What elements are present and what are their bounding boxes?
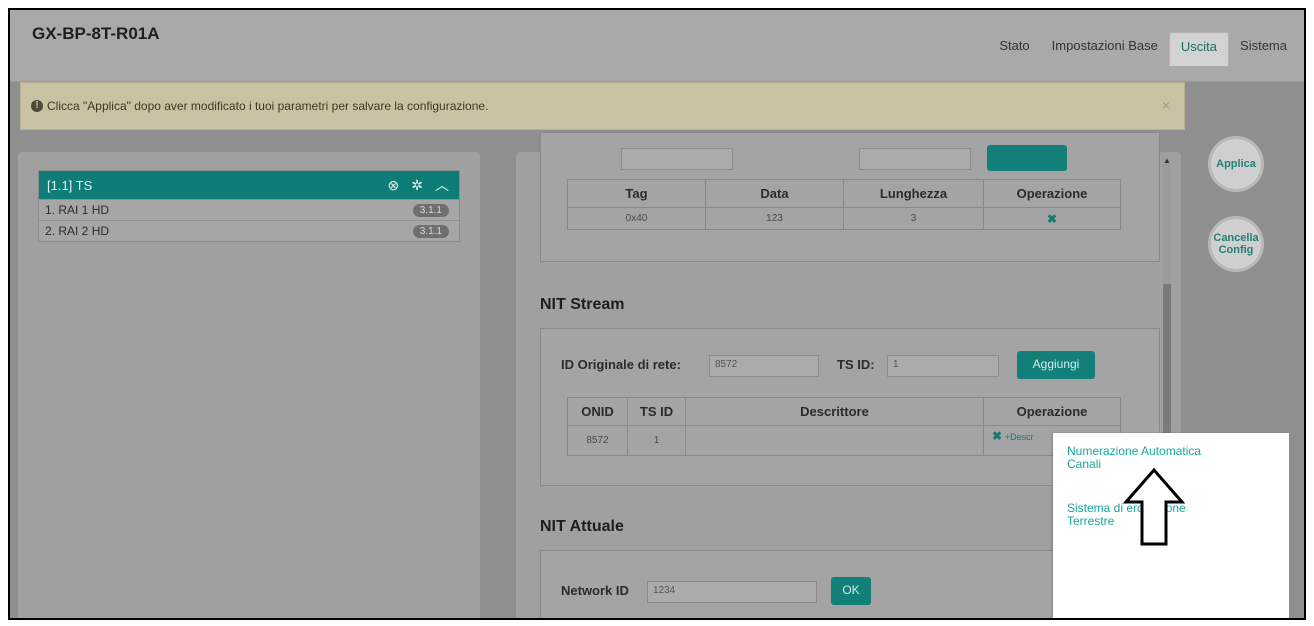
header-bar: GX-BP-8T-R01A Stato Impostazioni Base Us…	[10, 10, 1304, 82]
column-header: Lunghezza	[843, 179, 984, 208]
tab-uscita[interactable]: Uscita	[1168, 32, 1230, 66]
cancel-label-line1: Cancella	[1213, 232, 1259, 244]
service-label: 2. RAI 2 HD	[45, 224, 110, 238]
ts-header[interactable]: [1.1] TS ⊗ ✲ ︿	[39, 171, 459, 199]
ok-button[interactable]: OK	[831, 577, 871, 605]
apply-label: Applica	[1216, 158, 1256, 170]
ts-header-icons: ⊗ ✲ ︿	[388, 175, 449, 195]
cancel-config-button[interactable]: Cancella Config	[1208, 216, 1264, 272]
ts-panel: [1.1] TS ⊗ ✲ ︿ 1. RAI 1 HD 3.1.1 2. RAI …	[18, 152, 480, 618]
nit-attuale-title: NIT Attuale	[540, 518, 624, 535]
nit-stream-title: NIT Stream	[540, 296, 625, 313]
data-cell: 123	[705, 207, 844, 230]
table-row: 8572 1 ✖ +Descr	[567, 425, 1121, 456]
add-descriptor-link[interactable]: +Descr	[1005, 432, 1034, 442]
chevron-up-icon[interactable]: ︿	[435, 175, 449, 195]
gear-icon[interactable]: ✲	[411, 177, 423, 194]
info-alert: ! Clicca "Applica" dopo aver modificato …	[20, 82, 1185, 130]
onid-cell: 8572	[567, 425, 628, 456]
list-item[interactable]: 1. RAI 1 HD 3.1.1	[39, 199, 459, 220]
list-item[interactable]: 2. RAI 2 HD 3.1.1	[39, 220, 459, 241]
tab-sistema[interactable]: Sistema	[1229, 32, 1298, 66]
add-descriptor-button[interactable]	[987, 145, 1067, 171]
column-header: Operazione	[983, 179, 1121, 208]
tsid-input[interactable]: 1	[887, 355, 999, 377]
descriptor-section: Tag Data Lunghezza Operazione 0x40 123 3…	[540, 132, 1160, 262]
tab-impostazioni-base[interactable]: Impostazioni Base	[1041, 32, 1169, 66]
tsid-cell: 1	[627, 425, 686, 456]
column-header: TS ID	[627, 397, 686, 426]
ts-list: [1.1] TS ⊗ ✲ ︿ 1. RAI 1 HD 3.1.1 2. RAI …	[38, 170, 460, 242]
main-tabs: Stato Impostazioni Base Uscita Sistema	[988, 32, 1298, 66]
close-icon[interactable]: ×	[1162, 97, 1170, 113]
column-header: Descrittore	[685, 397, 984, 426]
version-badge: 3.1.1	[412, 224, 449, 238]
network-id-label: Network ID	[561, 583, 629, 598]
apply-button[interactable]: Applica	[1208, 136, 1264, 192]
device-title: GX-BP-8T-R01A	[32, 24, 160, 43]
tag-cell: 0x40	[567, 207, 706, 230]
column-header: ONID	[567, 397, 628, 426]
tsid-label: TS ID:	[837, 357, 875, 372]
tab-stato[interactable]: Stato	[988, 32, 1040, 66]
network-id-input[interactable]: 1234	[647, 581, 817, 603]
cancel-label-line2: Config	[1218, 244, 1254, 256]
exclamation-circle-icon: !	[31, 100, 43, 112]
descriptor-table: Tag Data Lunghezza Operazione 0x40 123 3…	[567, 179, 1121, 230]
close-circle-icon[interactable]: ⊗	[388, 177, 400, 194]
descriptor-data-input[interactable]	[859, 148, 971, 170]
column-header: Tag	[567, 179, 706, 208]
scroll-up-icon[interactable]: ▲	[1163, 156, 1171, 165]
nit-stream-table: ONID TS ID Descrittore Operazione 8572 1…	[567, 397, 1121, 456]
service-label: 1. RAI 1 HD	[45, 203, 110, 217]
onid-input[interactable]: 8572	[709, 355, 819, 377]
table-row: 0x40 123 3 ✖	[567, 207, 1121, 230]
app-window: GX-BP-8T-R01A Stato Impostazioni Base Us…	[8, 8, 1306, 620]
column-header: Data	[705, 179, 844, 208]
delete-icon[interactable]: ✖	[1047, 212, 1057, 226]
operation-cell: ✖	[983, 207, 1121, 230]
descriptor-cell	[685, 425, 984, 456]
column-header: Operazione	[983, 397, 1121, 426]
add-nit-stream-button[interactable]: Aggiungi	[1017, 351, 1095, 379]
delete-icon[interactable]: ✖	[992, 429, 1002, 443]
ts-title: [1.1] TS	[47, 177, 93, 193]
descriptor-tag-input[interactable]	[621, 148, 733, 170]
version-badge: 3.1.1	[412, 203, 449, 217]
alert-message: Clicca "Applica" dopo aver modificato i …	[47, 99, 489, 113]
length-cell: 3	[843, 207, 984, 230]
onid-label: ID Originale di rete:	[561, 357, 681, 372]
pointer-arrow-icon	[1122, 468, 1186, 546]
